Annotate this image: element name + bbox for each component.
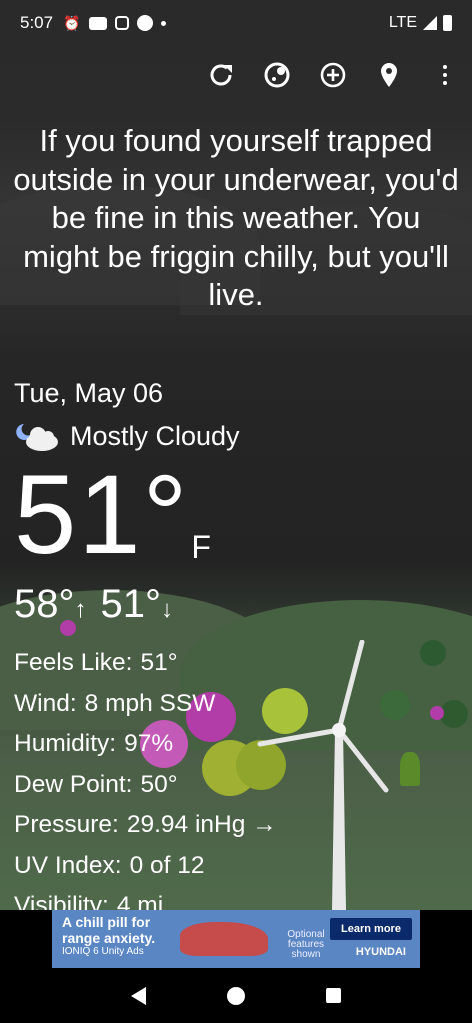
temperature-unit: F [191, 529, 211, 565]
detail-row: Dew Point: 50° [14, 765, 277, 806]
detail-label: Dew Point: [14, 770, 133, 798]
detail-row: Feels Like: 51° [14, 643, 277, 684]
up-arrow-icon: ↑ [74, 596, 87, 623]
weather-quote: If you found yourself trapped outside in… [13, 123, 459, 312]
ad-meta: IONIQ 6 Unity Ads [62, 946, 144, 957]
ad-network: Unity Ads [101, 946, 144, 957]
date-label: Tue, May 06 [14, 378, 164, 408]
navigation-bar [0, 968, 472, 1023]
circle-icon [136, 15, 153, 31]
home-icon[interactable] [226, 986, 245, 1005]
alarm-icon: ⏰ [63, 14, 81, 31]
learn-more-button[interactable]: Learn more [330, 918, 412, 940]
high-temperature: 58° [14, 582, 75, 626]
ad-bar: A chill pill for range anxiety. IONIQ 6 … [0, 910, 472, 968]
condition-label: Mostly Cloudy [70, 421, 240, 451]
tree [400, 752, 420, 786]
add-location-icon[interactable] [318, 60, 348, 90]
detail-row: UV Index: 0 of 12 [14, 846, 277, 887]
theme-icon[interactable] [262, 60, 292, 90]
detail-value: 8 mph SSW [84, 689, 216, 717]
ad-brand: HYUNDAI [355, 946, 406, 958]
detail-label: Feels Like: [14, 649, 133, 676]
detail-label: UV Index: [14, 851, 122, 879]
high-low-row: 58°↑ 51°↓ [14, 582, 277, 627]
ad-banner[interactable]: A chill pill for range anxiety. IONIQ 6 … [52, 910, 420, 968]
back-icon[interactable] [130, 986, 146, 1005]
battery-icon [443, 15, 452, 31]
detail-value: 29.94 inHg → [126, 811, 277, 838]
weather-panel: Tue, May 06 Mostly Cloudy 51° F 58°↑ 51°… [14, 378, 277, 927]
dot-icon [160, 20, 166, 26]
detail-value: 97% [124, 730, 174, 757]
ad-model: IONIQ 6 [62, 946, 99, 957]
location-pin-icon[interactable] [374, 60, 404, 90]
status-bar: 5:07 ⏰ LTE [0, 0, 472, 46]
current-temperature: 51° [14, 452, 190, 577]
down-arrow-icon: ↓ [161, 596, 173, 623]
low-temperature: 51° [100, 582, 162, 626]
recents-icon[interactable] [326, 988, 342, 1003]
tree [420, 640, 446, 666]
detail-value: 50° [140, 770, 178, 798]
detail-value: 0 of 12 [129, 851, 205, 879]
temperature-row: 51° F [14, 452, 277, 577]
detail-row: Humidity: 97% [14, 724, 277, 765]
detail-label: Humidity: [14, 730, 117, 757]
tree [430, 706, 444, 720]
instagram-icon [114, 16, 129, 30]
detail-row: Pressure: 29.94 inHg → [14, 805, 277, 846]
car-image [180, 922, 268, 956]
youtube-icon [88, 16, 107, 30]
network-label: LTE [388, 14, 417, 31]
condition-row: Mostly Cloudy [14, 421, 277, 452]
detail-label: Pressure: [14, 811, 119, 838]
refresh-icon[interactable] [206, 60, 236, 90]
ad-headline: A chill pill for range anxiety. [62, 914, 156, 946]
details-list: Feels Like: 51° Wind: 8 mph SSW Humidity: 9… [14, 643, 277, 927]
ad-optional-text: Optional features shown [287, 929, 325, 960]
moon-cloud-icon [14, 422, 62, 452]
more-menu-icon[interactable] [430, 60, 460, 90]
detail-row: Wind: 8 mph SSW [14, 684, 277, 725]
tree [440, 700, 468, 728]
status-time: 5:07 [20, 13, 54, 32]
detail-value: 51° [140, 649, 178, 676]
signal-icon [423, 16, 437, 30]
toolbar [206, 60, 460, 90]
detail-label: Wind: [14, 689, 77, 717]
